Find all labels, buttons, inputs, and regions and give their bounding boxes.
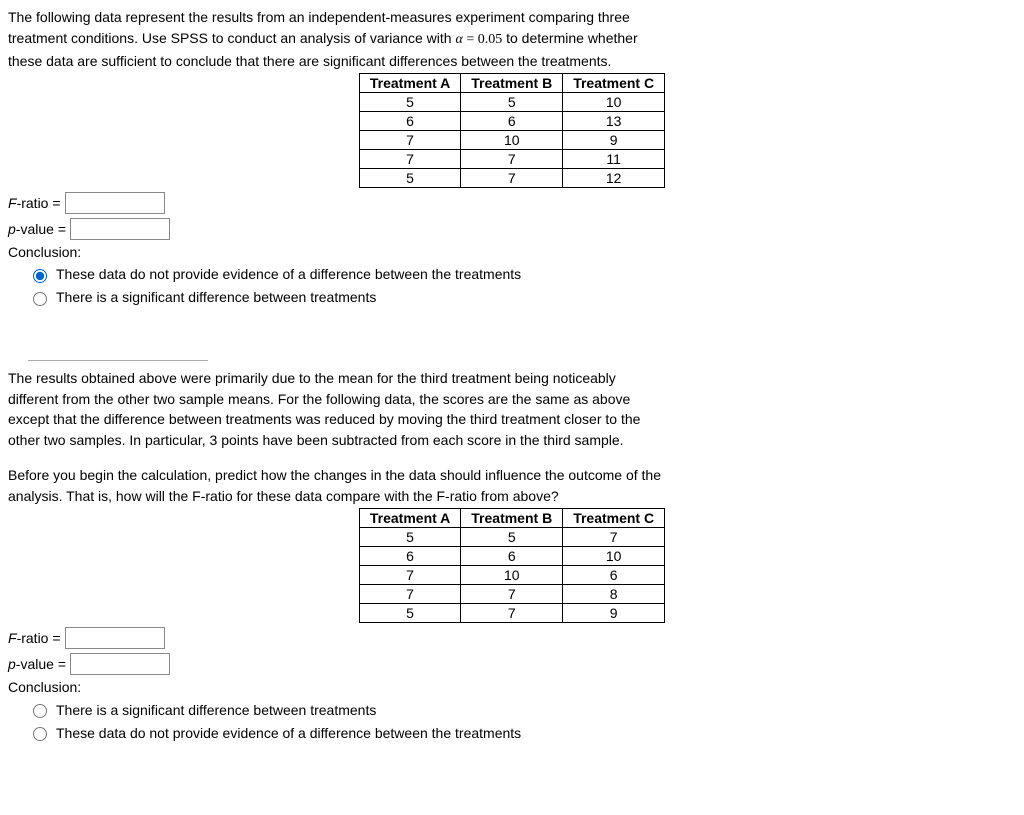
p-value-row-2: p-value =: [8, 653, 1016, 675]
table-row: 5 7 9: [359, 604, 664, 623]
table-row: 6 6 10: [359, 547, 664, 566]
p-value-input-1[interactable]: [70, 218, 170, 240]
conclusion2-option2[interactable]: These data do not provide evidence of a …: [28, 724, 1016, 741]
p-value-label: p-value =: [8, 656, 66, 672]
col-header: Treatment B: [461, 73, 563, 92]
table-row: 7 7 8: [359, 585, 664, 604]
cell: 7: [563, 528, 665, 547]
cell: 5: [461, 92, 563, 111]
table-row: 7 7 11: [359, 149, 664, 168]
table-row: 7 10 9: [359, 130, 664, 149]
col-header: Treatment C: [563, 73, 665, 92]
col-header: Treatment A: [359, 509, 460, 528]
prompt-line: The results obtained above were primaril…: [8, 369, 1016, 388]
cell: 12: [563, 168, 665, 187]
section1-data-table: Treatment A Treatment B Treatment C 5 5 …: [359, 73, 665, 188]
f-ratio-row: F-ratio =: [8, 192, 1016, 214]
cell: 5: [359, 604, 460, 623]
radio-significant-1[interactable]: [33, 292, 47, 306]
cell: 7: [461, 585, 563, 604]
option-text: These data do not provide evidence of a …: [56, 725, 521, 741]
f-ratio-term: F-ratio: [192, 488, 232, 504]
cell: 13: [563, 111, 665, 130]
p-value-label: p-value =: [8, 221, 66, 237]
cell: 9: [563, 130, 665, 149]
conclusion2-option1[interactable]: There is a significant difference betwee…: [28, 701, 1016, 718]
section1-prompt: The following data represent the results…: [8, 8, 1016, 71]
prompt-text: from above?: [477, 488, 559, 504]
prompt-line: different from the other two sample mean…: [8, 390, 1016, 409]
f-ratio-label: F-ratio =: [8, 195, 61, 211]
cell: 6: [461, 547, 563, 566]
cell: 5: [359, 528, 460, 547]
table-row: 5 5 7: [359, 528, 664, 547]
f-ratio-input-2[interactable]: [65, 627, 165, 649]
prompt-line: except that the difference between treat…: [8, 410, 1016, 429]
prompt-text: for these data compare with the: [233, 488, 437, 504]
prompt-line: other two samples. In particular, 3 poin…: [8, 431, 1016, 450]
table-row: 6 6 13: [359, 111, 664, 130]
col-header: Treatment C: [563, 509, 665, 528]
p-value-row: p-value =: [8, 218, 1016, 240]
conclusion1-option2[interactable]: There is a significant difference betwee…: [28, 289, 1016, 306]
prompt-line: treatment conditions. Use SPSS to conduc…: [8, 29, 1016, 50]
cell: 6: [359, 111, 460, 130]
section2-prompt: The results obtained above were primaril…: [8, 369, 1016, 506]
prompt-text: to determine whether: [502, 30, 637, 46]
option-text: There is a significant difference betwee…: [56, 702, 376, 718]
f-ratio-input-1[interactable]: [65, 192, 165, 214]
conclusion1-option1[interactable]: These data do not provide evidence of a …: [28, 266, 1016, 283]
cell: 7: [461, 168, 563, 187]
cell: 7: [359, 566, 460, 585]
col-header: Treatment B: [461, 509, 563, 528]
cell: 5: [461, 528, 563, 547]
table-header-row: Treatment A Treatment B Treatment C: [359, 509, 664, 528]
f-ratio-term: F-ratio: [437, 488, 477, 504]
prompt-text: analysis. That is, how will the: [8, 488, 192, 504]
section2-data-table: Treatment A Treatment B Treatment C 5 5 …: [359, 508, 665, 623]
prompt-text: treatment conditions. Use SPSS to conduc…: [8, 30, 455, 46]
table-row: 5 7 12: [359, 168, 664, 187]
cell: 10: [563, 547, 665, 566]
equals-sign: =: [463, 32, 478, 47]
alpha-symbol: α: [455, 32, 462, 47]
cell: 10: [461, 566, 563, 585]
cell: 7: [461, 149, 563, 168]
option-text: There is a significant difference betwee…: [56, 289, 376, 305]
f-ratio-row-2: F-ratio =: [8, 627, 1016, 649]
radio-significant-2[interactable]: [33, 704, 47, 718]
prompt-line: The following data represent the results…: [8, 8, 1016, 27]
p-value-input-2[interactable]: [70, 653, 170, 675]
cell: 10: [563, 92, 665, 111]
cell: 7: [359, 130, 460, 149]
cell: 10: [461, 130, 563, 149]
cell: 5: [359, 168, 460, 187]
radio-no-evidence-1[interactable]: [33, 269, 47, 283]
f-ratio-label: F-ratio =: [8, 630, 61, 646]
cell: 5: [359, 92, 460, 111]
col-header: Treatment A: [359, 73, 460, 92]
conclusion-label-2: Conclusion:: [8, 679, 1016, 695]
cell: 7: [461, 604, 563, 623]
cell: 7: [359, 585, 460, 604]
cell: 6: [461, 111, 563, 130]
option-text: These data do not provide evidence of a …: [56, 266, 521, 282]
prompt-line: these data are sufficient to conclude th…: [8, 52, 1016, 71]
cell: 6: [359, 547, 460, 566]
cell: 9: [563, 604, 665, 623]
table-row: 5 5 10: [359, 92, 664, 111]
cell: 6: [563, 566, 665, 585]
radio-no-evidence-2[interactable]: [33, 727, 47, 741]
table-row: 7 10 6: [359, 566, 664, 585]
cell: 8: [563, 585, 665, 604]
alpha-value: 0.05: [478, 32, 503, 47]
cell: 7: [359, 149, 460, 168]
prompt-line: analysis. That is, how will the F-ratio …: [8, 487, 1016, 506]
divider: [28, 360, 208, 361]
cell: 11: [563, 149, 665, 168]
conclusion-label: Conclusion:: [8, 244, 1016, 260]
table-header-row: Treatment A Treatment B Treatment C: [359, 73, 664, 92]
prompt-line: Before you begin the calculation, predic…: [8, 466, 1016, 485]
